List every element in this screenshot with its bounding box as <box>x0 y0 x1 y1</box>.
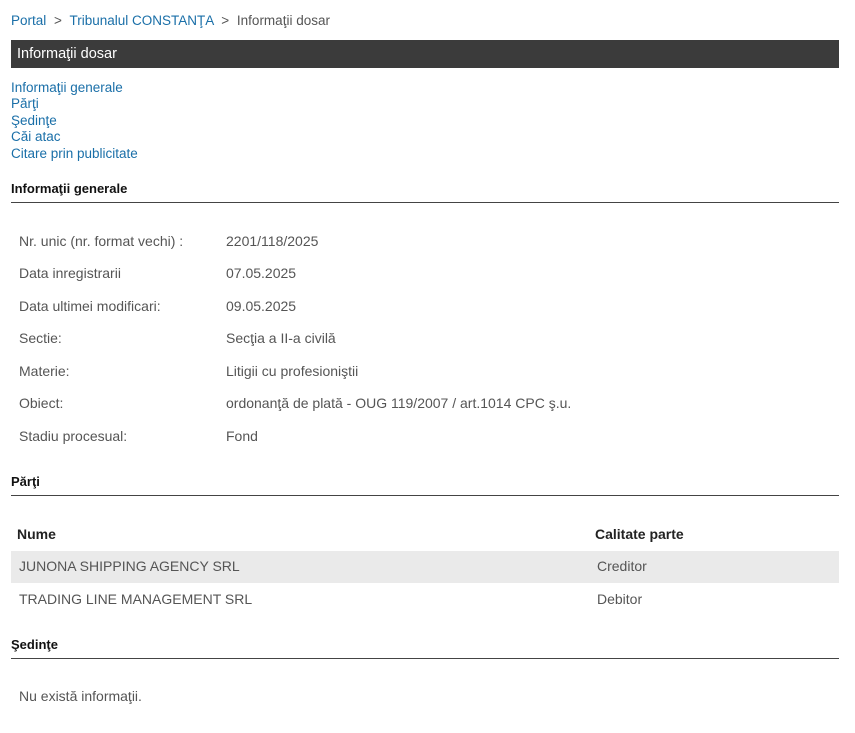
table-row: JUNONA SHIPPING AGENCY SRL Creditor <box>11 551 839 583</box>
info-label: Nr. unic (nr. format vechi) : <box>19 233 184 249</box>
party-name: JUNONA SHIPPING AGENCY SRL <box>19 558 240 574</box>
info-label: Sectie: <box>19 330 62 346</box>
breadcrumb: Portal > Tribunalul CONSTANŢA > Informaţ… <box>11 13 330 28</box>
page-title: Informaţii dosar <box>11 40 839 68</box>
section-nav: Informaţii generale Părţi Şedinţe Căi at… <box>11 80 138 162</box>
info-label: Obiect: <box>19 395 64 411</box>
general-info-heading: Informaţii generale <box>11 181 839 203</box>
nav-link-public-summons[interactable]: Citare prin publicitate <box>11 146 138 162</box>
nav-link-hearings[interactable]: Şedinţe <box>11 113 138 129</box>
party-role: Creditor <box>597 558 647 574</box>
party-name: TRADING LINE MANAGEMENT SRL <box>19 591 253 607</box>
hearings-heading: Şedinţe <box>11 637 839 659</box>
info-value: Litigii cu profesioniştii <box>226 363 359 379</box>
hearings-empty-message: Nu există informaţii. <box>19 688 142 704</box>
info-value: Secţia a II-a civilă <box>226 330 336 346</box>
parties-table-header: Nume Calitate parte <box>11 519 839 547</box>
info-value: Fond <box>226 428 258 444</box>
info-value: 09.05.2025 <box>226 298 297 314</box>
info-label: Data ultimei modificari: <box>19 298 161 314</box>
column-header-role: Calitate parte <box>595 526 684 542</box>
parties-heading: Părţi <box>11 474 839 496</box>
nav-link-appeals[interactable]: Căi atac <box>11 129 138 145</box>
column-header-name: Nume <box>17 526 56 542</box>
info-label: Data inregistrarii <box>19 265 121 281</box>
info-value: ordonanţă de plată - OUG 119/2007 / art.… <box>226 395 572 411</box>
breadcrumb-separator: > <box>54 13 62 28</box>
info-value: 07.05.2025 <box>226 265 297 281</box>
info-value: 2201/118/2025 <box>226 233 319 249</box>
breadcrumb-portal-link[interactable]: Portal <box>11 13 46 28</box>
breadcrumb-current: Informaţii dosar <box>236 13 330 28</box>
party-role: Debitor <box>597 591 643 607</box>
breadcrumb-court-link[interactable]: Tribunalul CONSTANŢA <box>69 13 213 28</box>
info-label: Stadiu procesual: <box>19 428 128 444</box>
nav-link-parties[interactable]: Părţi <box>11 96 138 112</box>
nav-link-general-info[interactable]: Informaţii generale <box>11 80 138 96</box>
table-row: TRADING LINE MANAGEMENT SRL Debitor <box>11 584 839 616</box>
info-label: Materie: <box>19 363 70 379</box>
breadcrumb-separator: > <box>221 13 230 28</box>
